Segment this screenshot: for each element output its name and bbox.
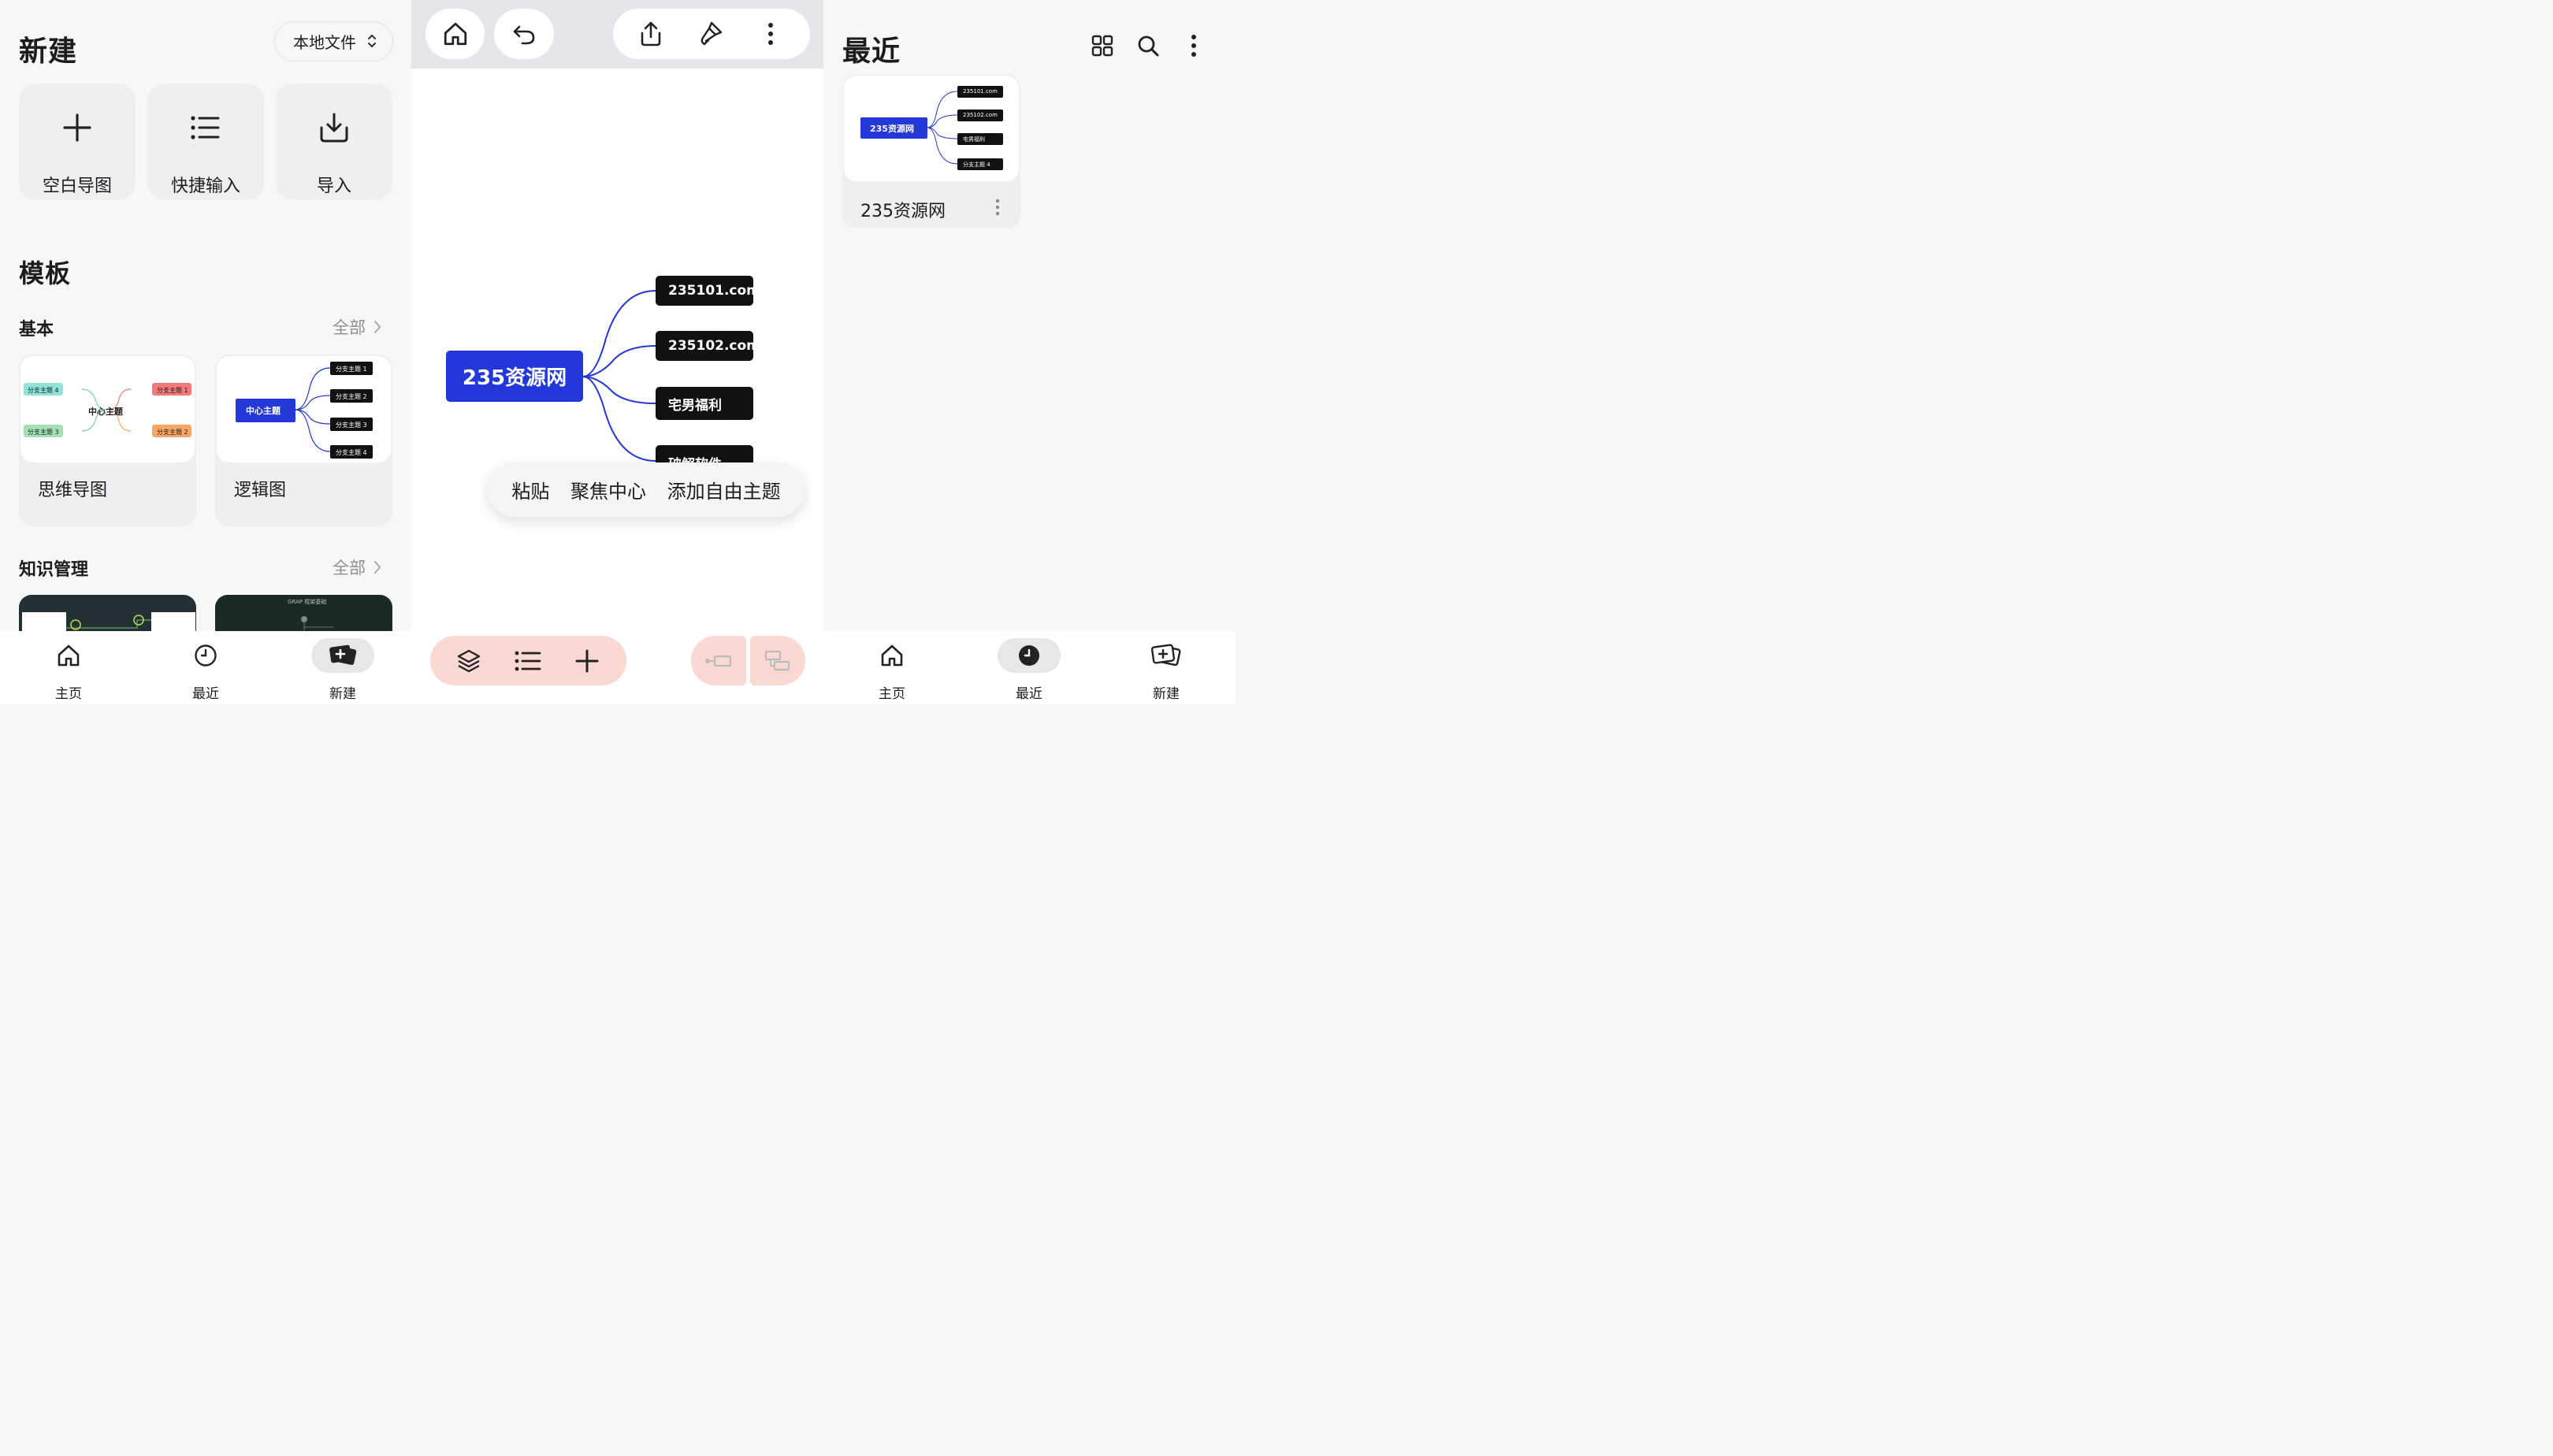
context-menu: 粘贴 聚焦中心 添加自由主题: [487, 462, 805, 517]
nav-home[interactable]: 主页: [37, 631, 100, 702]
nav-new[interactable]: 新建: [311, 631, 374, 702]
branch-label: 分支主题 3: [28, 429, 59, 436]
list-icon[interactable]: [511, 645, 544, 677]
center-topic-label: 中心主题: [246, 406, 281, 416]
nav-label: 新建: [329, 686, 356, 702]
chevron-right-icon: [374, 321, 381, 333]
chevron-updown-icon: [367, 32, 377, 54]
logic-preview: 中心主题 分支主题 1 分支主题 2 分支主题 3 分支主题 4: [217, 356, 391, 462]
knowledge-section-title: 知识管理: [19, 560, 89, 580]
bottom-tools: [430, 636, 626, 685]
more-icon[interactable]: [1178, 30, 1210, 61]
clock-icon: [998, 638, 1061, 673]
templates-title: 模板: [19, 258, 72, 288]
nav-recent[interactable]: 最近: [174, 631, 237, 702]
home-icon: [860, 638, 923, 673]
paste-menu-item[interactable]: 粘贴: [511, 476, 549, 503]
focus-center-menu-item[interactable]: 聚焦中心: [570, 476, 646, 503]
recent-title: 最近: [842, 35, 901, 68]
template-card-logic[interactable]: 中心主题 分支主题 1 分支主题 2 分支主题 3 分支主题 4 逻辑图: [215, 355, 392, 526]
search-icon[interactable]: [1132, 30, 1164, 61]
branch-label: 分支主题 3: [336, 422, 367, 429]
nav-recent[interactable]: 最近: [998, 631, 1061, 702]
new-title: 新建: [19, 35, 78, 68]
nav-new[interactable]: 新建: [1135, 631, 1198, 702]
import-button[interactable]: 导入: [276, 84, 392, 200]
recent-file-card[interactable]: 235资源网 235101.com 235102.com 宅男福利 分支主题 4…: [842, 74, 1020, 228]
basic-section-title: 基本: [19, 320, 54, 340]
knowledge-see-all-link[interactable]: 全部: [333, 555, 381, 579]
branch-label: 分支主题 2: [157, 429, 188, 436]
layers-icon[interactable]: [452, 645, 485, 677]
recent-file-preview: 235资源网 235101.com 235102.com 宅男福利 分支主题 4: [844, 76, 1019, 181]
branch-label: 分支主题 2: [336, 393, 367, 400]
new-file-icon: [311, 638, 374, 673]
editor-panel: 235资源网 235101.com 235102.com 宅男福利 破解软件 粘…: [411, 0, 823, 704]
blank-map-label: 空白导图: [42, 176, 112, 196]
nav-label: 最近: [1016, 686, 1042, 702]
branch-label: 分支主题 1: [157, 387, 188, 394]
list-icon: [147, 110, 264, 145]
blank-map-button[interactable]: 空白导图: [19, 84, 136, 200]
add-floating-topic-menu-item[interactable]: 添加自由主题: [667, 476, 781, 503]
template-card-mindmap[interactable]: 分支主题 4 分支主题 3 分支主题 1 分支主题 2 中心主题 思维导图: [19, 355, 196, 526]
nav-label: 主页: [55, 686, 82, 702]
subtopic[interactable]: 宅男福利: [656, 387, 753, 420]
subtopic-label: 宅男福利: [668, 397, 722, 414]
center-topic-label: 235资源网: [870, 124, 914, 134]
recent-file-name: 235资源网: [860, 202, 946, 221]
source-selector-label: 本地文件: [293, 33, 356, 52]
branch-label: 235101.com: [963, 88, 998, 95]
quick-input-button[interactable]: 快捷输入: [147, 84, 264, 200]
see-all-label: 全部: [333, 318, 366, 337]
subtopic-icon: [750, 636, 805, 685]
quick-input-label: 快捷输入: [170, 176, 240, 196]
template-label: 逻辑图: [234, 481, 287, 500]
recent-panel: 最近 235资源网 235101.com 235102.com 宅男福利 分支主…: [823, 0, 1236, 704]
bottom-nav: 主页 最近 新建: [823, 631, 1236, 704]
mindmap-preview: 分支主题 4 分支主题 3 分支主题 1 分支主题 2 中心主题: [20, 356, 195, 462]
branch-label: 分支主题 4: [963, 162, 990, 168]
subtopic-label: 235101.com: [668, 283, 760, 299]
chevron-right-icon: [374, 561, 381, 574]
nav-label: 主页: [879, 686, 905, 702]
branch-label: 宅男福利: [963, 136, 985, 143]
new-panel: 新建 本地文件 空白导图 快捷输入 导入 模板 基本 全部 分支主题 4 分支主…: [0, 0, 411, 704]
home-icon: [37, 638, 100, 673]
subtopic-label: 235102.com: [668, 338, 760, 354]
template-label: 思维导图: [38, 481, 108, 500]
branch-label: 235102.com: [963, 112, 998, 118]
grid-view-icon[interactable]: [1087, 30, 1118, 61]
root-topic-label: 235资源网: [462, 366, 567, 390]
import-label: 导入: [316, 176, 351, 196]
download-icon: [276, 110, 392, 145]
template-preview-title: GRAP 框架基础: [288, 599, 327, 605]
branch-label: 分支主题 4: [28, 387, 59, 394]
basic-see-all-link[interactable]: 全部: [333, 315, 381, 339]
root-topic[interactable]: 235资源网: [446, 351, 583, 402]
plus-icon[interactable]: [570, 645, 604, 677]
subtopic[interactable]: 235101.com: [656, 276, 760, 306]
add-subtopic-button[interactable]: [750, 636, 805, 685]
subtopic[interactable]: 235102.com: [656, 331, 760, 361]
nav-home[interactable]: 主页: [860, 631, 923, 702]
branch-label: 分支主题 4: [336, 449, 367, 456]
bottom-nav: 主页 最近 新建: [0, 631, 411, 704]
mindmap-connectors: [582, 290, 656, 462]
new-file-icon: [1135, 638, 1198, 673]
source-selector[interactable]: 本地文件: [274, 21, 393, 61]
plus-icon: [19, 110, 136, 145]
center-topic-label: 中心主题: [88, 407, 123, 417]
clock-icon: [174, 638, 237, 673]
see-all-label: 全部: [333, 559, 366, 578]
file-more-icon[interactable]: [987, 194, 1008, 221]
sibling-topic-icon: [691, 636, 746, 685]
nav-label: 最近: [192, 686, 219, 702]
nav-label: 新建: [1153, 686, 1180, 702]
add-sibling-button[interactable]: [691, 636, 746, 685]
branch-label: 分支主题 1: [336, 366, 367, 373]
